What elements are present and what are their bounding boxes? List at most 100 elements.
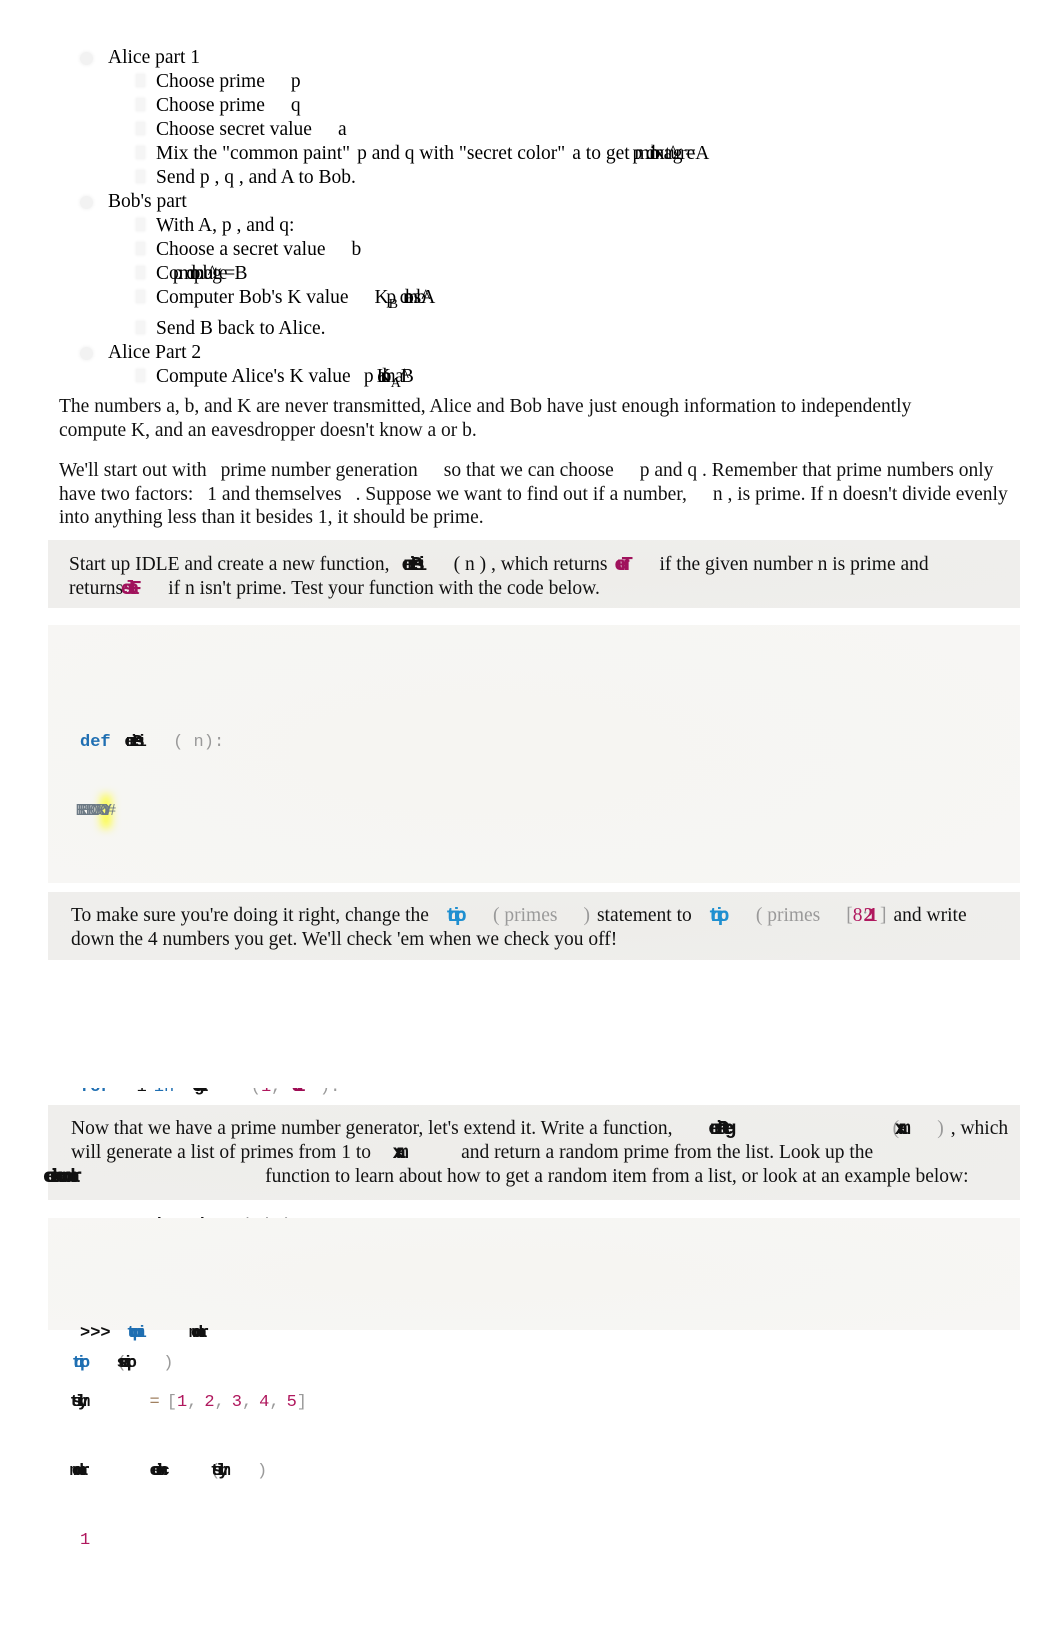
instruction-panel-getprime: Now that we have a prime number generato… [48, 1105, 1020, 1200]
text-run: ( n ) , which returns [453, 554, 608, 575]
panel-line: returnsFalseif n isn't prime. Test your … [69, 577, 1020, 601]
paragraph-line: compute K, and an eavesdropper doesn't k… [59, 419, 477, 441]
list-item-tail: b [351, 239, 362, 260]
text-run: , which [950, 1118, 1009, 1139]
list-item: Choose secret value a [74, 118, 1014, 141]
list-item-tail: a [337, 119, 347, 140]
text-run: statement to [596, 905, 692, 926]
code-line: >>>importrandom [80, 1322, 1020, 1345]
outline-list: Alice part 1 Choose prime p Choose prime q… [74, 46, 1014, 396]
list-item: Send p , q , and A to Bob. [74, 166, 1014, 189]
bullet-icon [136, 122, 145, 135]
list-item-label: Choose secret value [156, 119, 312, 140]
paren-close: ) [937, 1118, 944, 1139]
list-item-subscript: B [388, 295, 398, 312]
list-value: 4 [259, 1393, 270, 1412]
paragraph-line: into anything less than it besides 1, it… [59, 507, 484, 528]
code-line: mylist=[1,2,3,4,5] [80, 1391, 1020, 1414]
panel-line: Start up IDLE and create a new function,… [69, 553, 1020, 577]
list-item: Send B back to Alice. [74, 317, 1014, 340]
list-item-label: Choose prime [156, 95, 265, 116]
panel-line: Now that we have a prime number generato… [71, 1117, 1020, 1141]
dot: . [149, 1462, 160, 1481]
panel-line: To make sure you're doing it right, chan… [71, 904, 1020, 928]
paren-open: ( [892, 1118, 900, 1139]
paragraph-line: We'll start out with prime number generat… [59, 459, 1009, 483]
bullet-icon [80, 346, 93, 360]
list-item: Bob's part [74, 190, 1014, 213]
list-value: 3 [231, 1393, 242, 1412]
paragraph-transmission: The numbers a, b, and K are never transm… [59, 395, 989, 442]
paren-close: ) [583, 905, 590, 926]
slice-close: ] [880, 905, 887, 926]
code-print-arg: ( primes [493, 905, 558, 926]
code-block-isprime: defisPrime( n): # YOUR CODE HERE primes=… [48, 625, 1020, 1373]
list-item: Choose prime q [74, 94, 1014, 117]
panel-line: down the 4 numbers you get. We'll check … [71, 929, 618, 950]
bullet-icon [136, 290, 145, 303]
bullet-icon [80, 196, 93, 209]
document-page: Alice part 1 Choose prime p Choose prime q… [0, 0, 1062, 1550]
list-item: Alice Part 2 [74, 341, 1014, 364]
bracket-close: ] [296, 1393, 307, 1412]
comma: , [214, 1393, 225, 1412]
text-run: returns [69, 578, 124, 599]
paren-open: ( [210, 1462, 221, 1481]
list-item-subscript: A [390, 374, 401, 391]
bullet-icon [136, 74, 145, 87]
text-run: so that we can choose [443, 460, 614, 481]
list-item-label: Choose a secret value [156, 239, 326, 260]
code-line: random.choice(mylist) [80, 1460, 1020, 1483]
text-run: . Suppose we want to find out if a numbe… [355, 483, 687, 505]
paragraph-line: have two factors: 1 and themselves . Suppo… [59, 483, 1009, 507]
instruction-panel-isprime: Start up IDLE and create a new function,… [48, 540, 1020, 608]
bracket-open: [ [166, 1393, 177, 1412]
list-item-label: Choose prime [156, 71, 265, 92]
list-item-tail: a to get mixture [572, 143, 696, 164]
paren-close: ) [257, 1462, 268, 1481]
bullet-icon [136, 170, 145, 183]
code-line: defisPrime( n): [80, 731, 1020, 754]
list-value: 1 [176, 1393, 188, 1412]
text-run: function to learn about how to get a ran… [265, 1166, 969, 1187]
list-item-tail: p [290, 71, 301, 92]
text-run: if the given number n is prime and [659, 554, 929, 575]
comma: , [241, 1393, 253, 1412]
list-item: Computer Bob's K valueKBasA^b mod p [74, 286, 1014, 316]
list-item: Alice part 1 [74, 46, 1014, 69]
list-item: With A, p , and q: [74, 214, 1014, 237]
comma: , [187, 1393, 198, 1412]
list-item: Mix the "common paint" p and q with "secr… [74, 142, 1014, 165]
list-item-tail2: as [405, 287, 422, 308]
paragraph-line: The numbers a, b, and K are never transm… [59, 396, 912, 417]
list-item: ComputeB = g^b mod p [74, 262, 1014, 285]
text-run: prime number generation [220, 460, 418, 481]
panel-line: will generate a list of primes from 1 to… [71, 1141, 1020, 1165]
list-item-label: Compute [156, 263, 228, 284]
bullet-icon [136, 98, 145, 111]
bullet-icon [136, 242, 145, 255]
list-item-label: Send B back to Alice. [156, 317, 326, 339]
list-item-tail: K [374, 287, 389, 308]
code-line: # YOUR CODE HERE [80, 800, 1020, 823]
bullet-icon [136, 146, 145, 159]
slice-start: 8 [852, 905, 863, 926]
bullet-icon [80, 52, 93, 65]
text-run: Start up IDLE and create a new function, [69, 554, 390, 575]
code-line: 1 [80, 1529, 1020, 1552]
text-run: p and q . Remember that prime numbers on… [639, 460, 994, 481]
bullet-icon [136, 368, 145, 382]
answer-area[interactable] [70, 968, 1015, 1088]
comma: , [269, 1393, 280, 1412]
list-item-label: With A, p , and q: [156, 215, 295, 236]
bullet-icon [136, 218, 145, 231]
text-run: if n isn't prime. Test your function wit… [168, 578, 600, 599]
text-run: have two factors: [59, 483, 194, 505]
list-item: Compute Alice's K valueKAB^a mod p [74, 365, 1014, 395]
list-item-label: Compute Alice's K value [156, 365, 351, 387]
text-run: will generate a list of primes from 1 to [71, 1142, 372, 1163]
operator: = [149, 1393, 160, 1412]
list-item-label: Mix the "common paint" [156, 143, 351, 164]
text-run: n , is prime. If n doesn't divide evenly [712, 483, 1008, 505]
list-item-label: Send p , q , and A to Bob. [156, 167, 356, 188]
